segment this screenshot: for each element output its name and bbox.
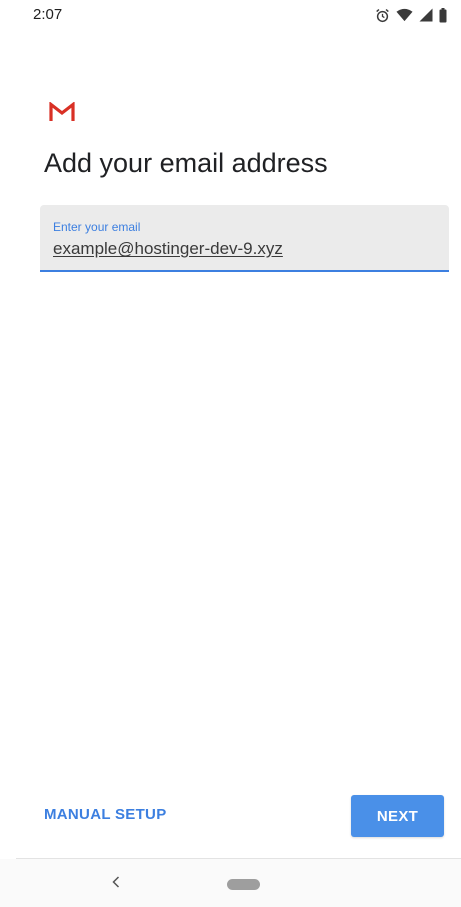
next-button[interactable]: NEXT bbox=[351, 795, 444, 837]
battery-icon bbox=[439, 7, 447, 22]
email-field-label: Enter your email bbox=[53, 220, 141, 234]
email-input-value[interactable]: example@hostinger-dev-9.xyz bbox=[53, 239, 283, 259]
email-field[interactable]: Enter your email example@hostinger-dev-9… bbox=[40, 205, 449, 272]
gmail-logo-icon bbox=[49, 102, 75, 121]
alarm-icon bbox=[376, 8, 389, 22]
back-chevron-icon[interactable] bbox=[108, 873, 124, 891]
status-time: 2:07 bbox=[33, 6, 63, 23]
signal-icon bbox=[419, 8, 433, 22]
navigation-bar bbox=[0, 859, 461, 907]
screen: 2:07 Add your email address Enter your e… bbox=[0, 0, 461, 907]
status-bar: 2:07 bbox=[0, 0, 461, 34]
wifi-icon bbox=[396, 8, 413, 22]
status-icons bbox=[375, 7, 447, 23]
page-title: Add your email address bbox=[44, 148, 328, 178]
home-pill-icon[interactable] bbox=[227, 879, 260, 890]
manual-setup-button[interactable]: MANUAL SETUP bbox=[44, 806, 167, 823]
